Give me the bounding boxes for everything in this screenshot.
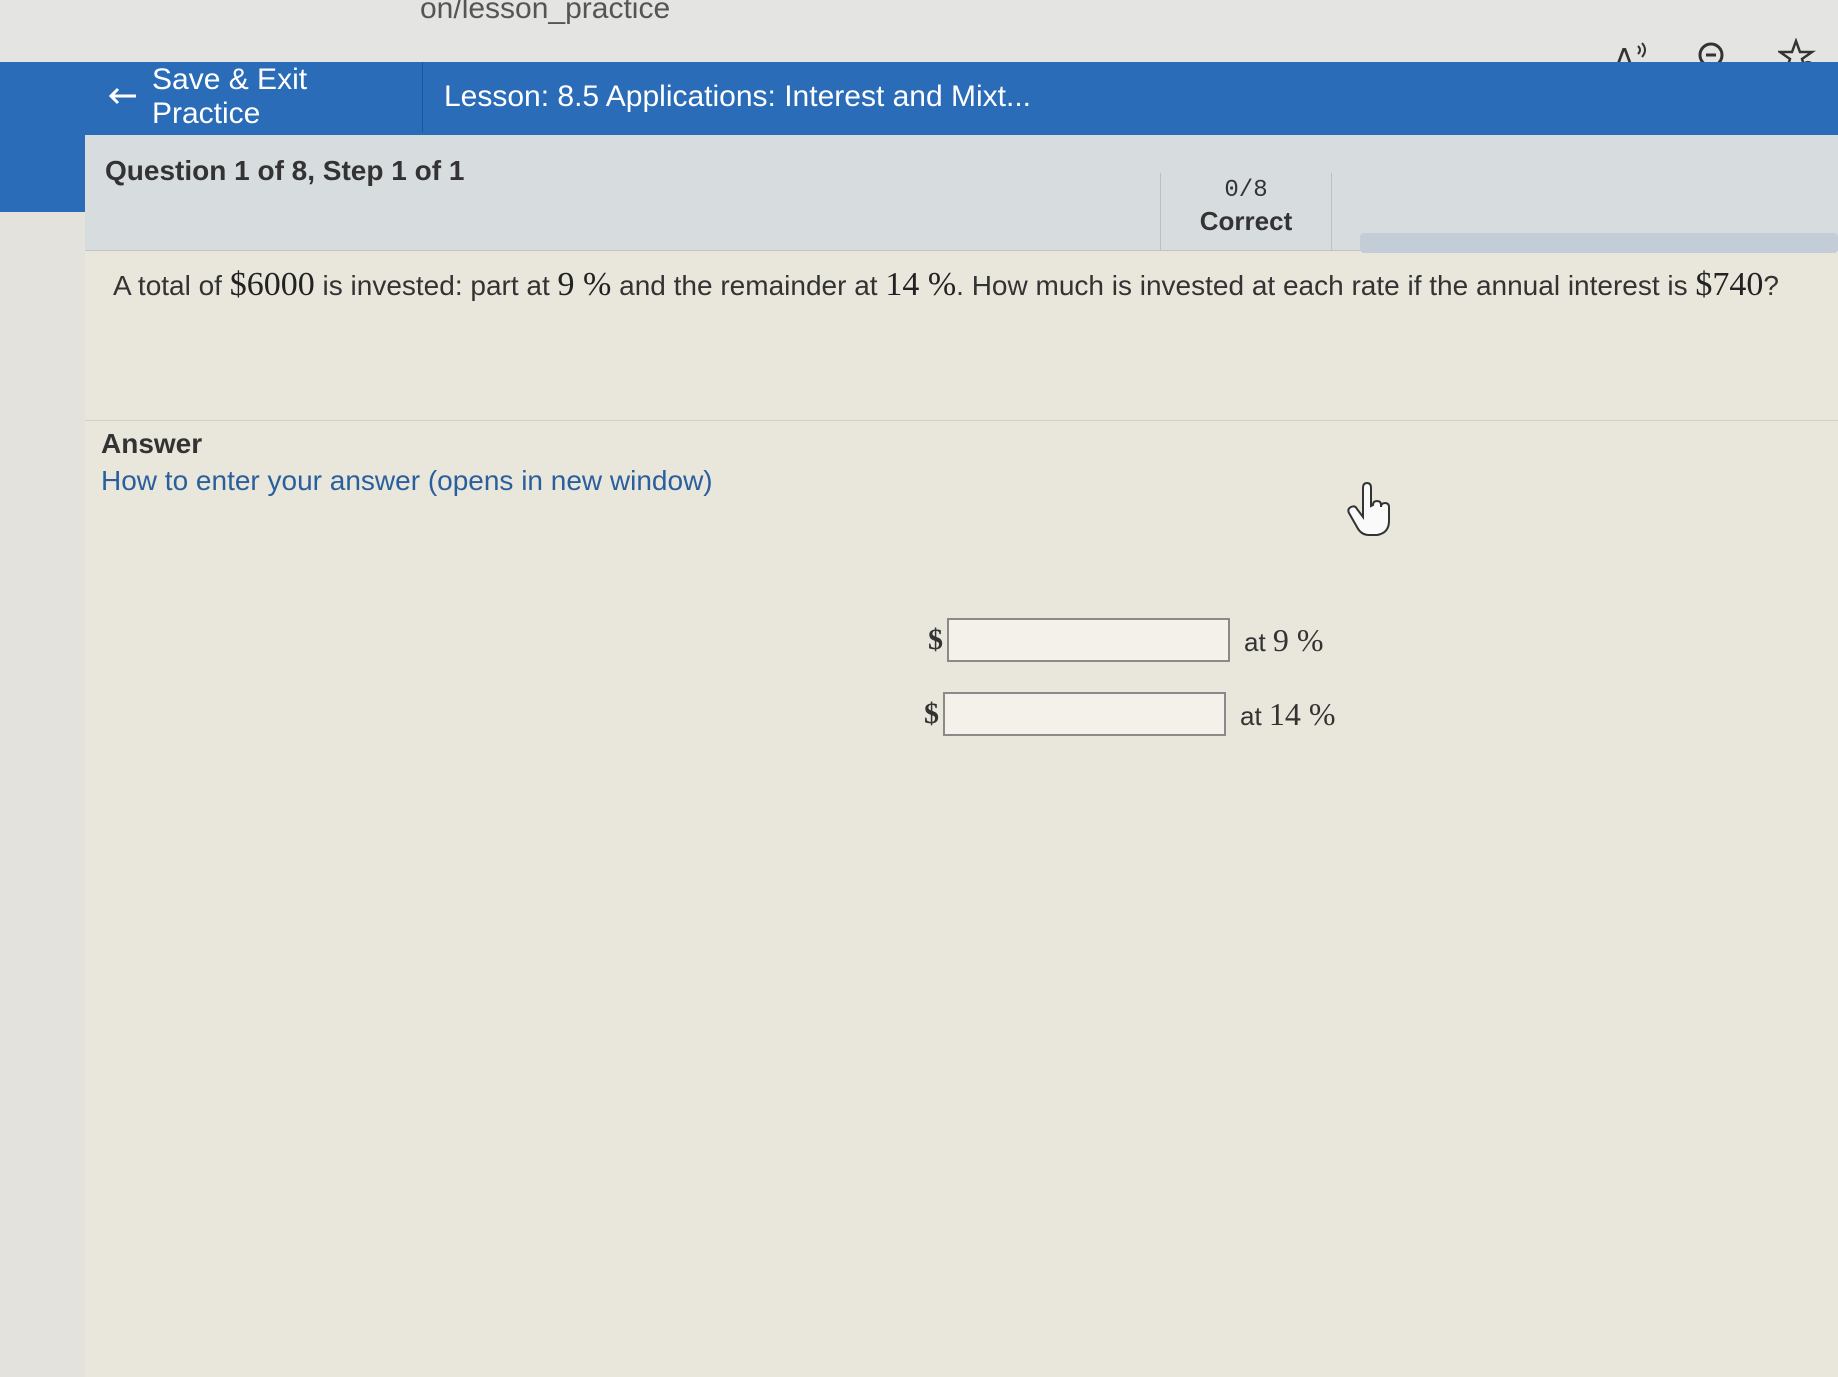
interest-amount: $740 bbox=[1695, 266, 1764, 303]
answer-heading: Answer bbox=[101, 428, 203, 459]
answer-row-rate-2: $ at 14 % bbox=[924, 692, 1336, 736]
rate-label: at 14 % bbox=[1240, 696, 1336, 733]
answer-help-link[interactable]: How to enter your answer (opens in new w… bbox=[101, 465, 713, 497]
problem-text: is invested: part at bbox=[314, 270, 558, 301]
back-arrow-icon bbox=[108, 81, 138, 113]
save-exit-label: Save & Exit Practice bbox=[152, 63, 308, 130]
rate-label: at 9 % bbox=[1244, 622, 1324, 659]
lesson-title: Lesson: 8.5 Applications: Interest and M… bbox=[444, 80, 1031, 113]
problem-text: and the remainder at bbox=[611, 270, 886, 301]
browser-toolbar: on/lesson_practice A bbox=[0, 0, 1838, 78]
currency-symbol: $ bbox=[924, 697, 939, 730]
amount-input-rate-1[interactable] bbox=[947, 618, 1230, 662]
progress-bar bbox=[1360, 233, 1838, 253]
currency-symbol: $ bbox=[928, 623, 943, 656]
left-margin bbox=[0, 212, 85, 1377]
save-exit-button[interactable]: Save & Exit Practice bbox=[88, 62, 423, 132]
total-amount: $6000 bbox=[229, 266, 315, 303]
problem-text: . How much is invested at each rate if t… bbox=[956, 270, 1696, 301]
hand-cursor-icon bbox=[1345, 480, 1395, 540]
url-text[interactable]: on/lesson_practice bbox=[420, 0, 670, 26]
score-label: Correct bbox=[1199, 206, 1293, 236]
rate-prefix: at bbox=[1244, 626, 1273, 657]
section-divider bbox=[85, 420, 1838, 421]
problem-text: A total of bbox=[113, 270, 230, 301]
rate-two: 14 % bbox=[885, 266, 957, 303]
question-step-label: Question 1 of 8, Step 1 of 1 bbox=[105, 155, 465, 186]
amount-input-rate-2[interactable] bbox=[943, 692, 1226, 736]
rate-value: 14 % bbox=[1268, 695, 1336, 732]
rate-one: 9 % bbox=[557, 266, 612, 303]
answer-row-rate-1: $ at 9 % bbox=[928, 618, 1324, 662]
problem-statement: A total of $6000 is invested: part at 9 … bbox=[113, 265, 1813, 306]
score-value: 0/8 bbox=[1224, 177, 1268, 204]
score-box: 0/8 Correct bbox=[1160, 173, 1332, 250]
problem-text: ? bbox=[1763, 270, 1779, 301]
rate-prefix: at bbox=[1240, 700, 1269, 731]
rate-value: 9 % bbox=[1272, 621, 1324, 658]
question-header: Question 1 of 8, Step 1 of 1 0/8 Correct bbox=[85, 135, 1838, 253]
